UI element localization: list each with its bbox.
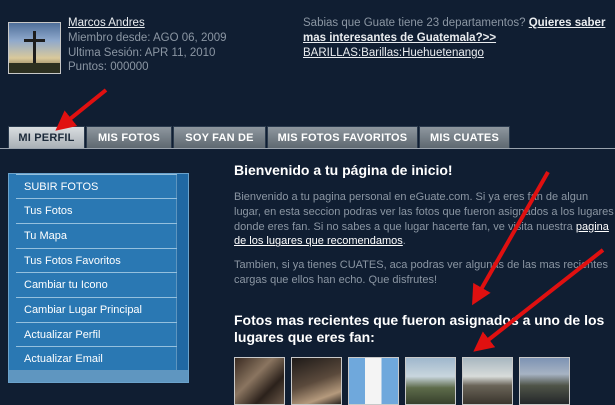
user-name-link[interactable]: Marcos Andres — [68, 16, 227, 31]
photo-thumbnail[interactable] — [348, 357, 399, 405]
points: Puntos: 000000 — [68, 61, 149, 74]
welcome-text: Bienvenido a tu pagina personal en eGuat… — [234, 191, 614, 248]
sidebar-item-tu-mapa[interactable]: Tu Mapa — [16, 223, 177, 247]
promo: Sabias que Guate tiene 23 departamentos?… — [303, 16, 615, 60]
sidebar-item-tus-fotos-favoritos[interactable]: Tus Fotos Favoritos — [16, 248, 177, 272]
sidebar: SUBIR FOTOS Tus Fotos Tu Mapa Tus Fotos … — [8, 173, 189, 383]
photo-thumbnail[interactable] — [519, 357, 570, 405]
promo-text: Sabias que Guate tiene 23 departamentos? — [303, 17, 526, 29]
avatar[interactable] — [8, 22, 61, 74]
sidebar-item-subir-fotos[interactable]: SUBIR FOTOS — [16, 174, 177, 198]
member-since: Miembro desde: AGO 06, 2009 — [68, 31, 227, 44]
photo-thumbnail[interactable] — [234, 357, 285, 405]
cuates-text: Tambien, si ya tienes CUATES, aca podras… — [234, 259, 608, 286]
cross-icon — [33, 31, 36, 65]
tab-bar-divider — [0, 148, 615, 149]
page: Marcos Andres Miembro desde: AGO 06, 200… — [0, 0, 615, 405]
sidebar-item-cambiar-icono[interactable]: Cambiar tu Icono — [16, 272, 177, 296]
photo-thumbnail[interactable] — [462, 357, 513, 405]
last-session: Ultima Sesión: APR 11, 2010 — [68, 46, 216, 59]
sidebar-item-cambiar-lugar-principal[interactable]: Cambiar Lugar Principal — [16, 297, 177, 321]
sidebar-item-actualizar-perfil[interactable]: Actualizar Perfil — [16, 322, 177, 346]
sidebar-item-tus-fotos[interactable]: Tus Fotos — [16, 198, 177, 222]
recent-photos-title: Fotos mas recientes que fueron asignados… — [234, 312, 605, 345]
welcome-title: Bienvenido a tu página de inicio! — [234, 162, 453, 178]
tab-mis-cuates[interactable]: MIS CUATES — [419, 126, 510, 148]
user-info: Marcos Andres Miembro desde: AGO 06, 200… — [68, 16, 227, 75]
photo-thumbnail[interactable] — [405, 357, 456, 405]
tab-mis-fotos[interactable]: MIS FOTOS — [86, 126, 172, 148]
location-link[interactable]: BARILLAS:Barillas:Huehuetenango — [303, 47, 484, 59]
sidebar-item-actualizar-email[interactable]: Actualizar Email — [16, 346, 177, 370]
arrow-to-mi-perfil — [55, 88, 108, 131]
tab-mi-perfil[interactable]: MI PERFIL — [8, 126, 85, 148]
tab-mis-fotos-favoritos[interactable]: MIS FOTOS FAVORITOS — [267, 126, 418, 148]
tab-soy-fan-de[interactable]: SOY FAN DE — [173, 126, 266, 148]
photo-thumbnail[interactable] — [291, 357, 342, 405]
